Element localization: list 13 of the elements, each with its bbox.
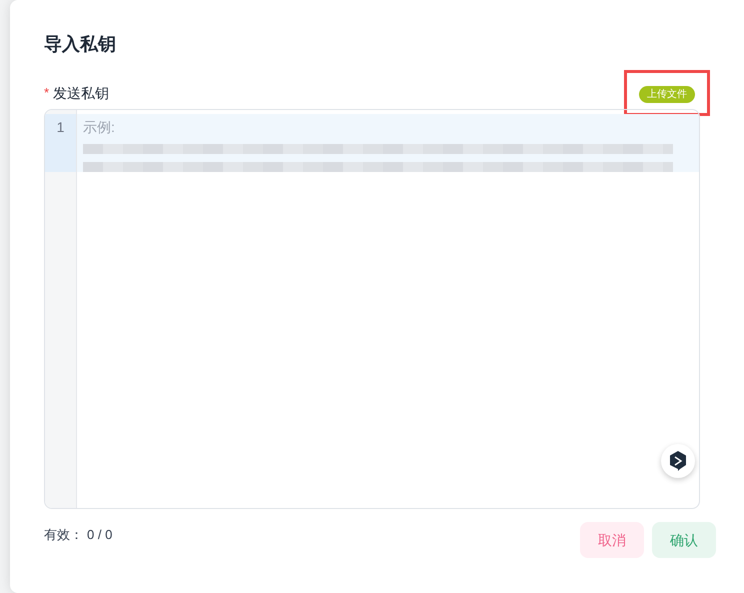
- valid-count: 0 / 0: [87, 526, 112, 544]
- assistant-button[interactable]: [661, 444, 695, 478]
- code-editor[interactable]: 1 示例:: [44, 109, 700, 509]
- dialog-title: 导入私钥: [44, 33, 116, 56]
- required-asterisk: *: [44, 84, 50, 102]
- cancel-button[interactable]: 取消: [580, 522, 644, 558]
- field-label: 发送私钥: [53, 84, 110, 102]
- line-number: 1: [56, 119, 64, 135]
- upload-button[interactable]: 上传文件: [639, 86, 695, 103]
- confirm-button[interactable]: 确认: [652, 522, 716, 558]
- share-hexagon-icon: [668, 450, 688, 472]
- valid-label: 有效：: [44, 526, 83, 544]
- code-text: 示例:: [83, 119, 115, 135]
